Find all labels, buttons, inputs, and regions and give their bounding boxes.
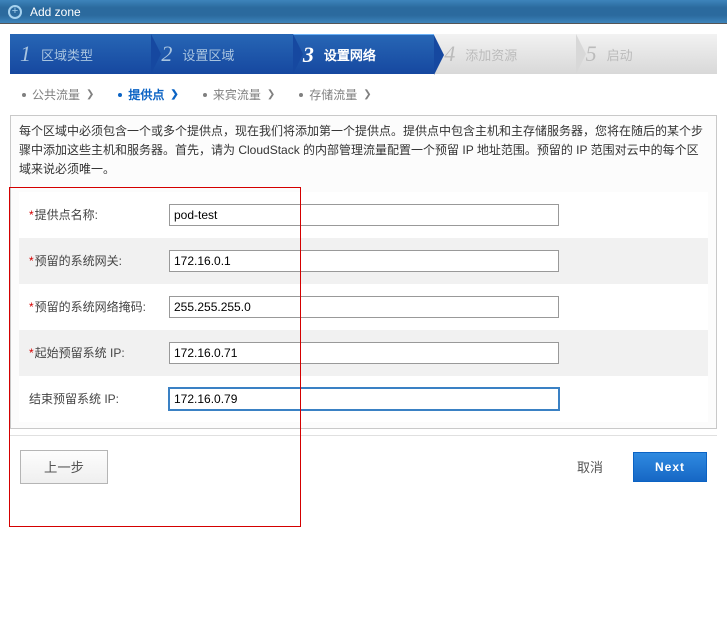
chevron-right-icon: ❯ xyxy=(170,89,178,100)
pod-name-label: *提供点名称: xyxy=(29,204,169,224)
substep-nav: 公共流量❯ 提供点❯ 来宾流量❯ 存储流量❯ xyxy=(10,82,717,107)
cancel-button[interactable]: 取消 xyxy=(577,457,603,476)
end-ip-label: 结束预留系统 IP: xyxy=(29,388,169,408)
substep-guest-traffic[interactable]: 来宾流量❯ xyxy=(191,84,287,105)
step-add-resources: 4添加资源 xyxy=(434,34,575,74)
titlebar: + Add zone xyxy=(0,0,727,24)
netmask-label: *预留的系统网络掩码: xyxy=(29,296,169,316)
main-panel: 每个区域中必须包含一个或多个提供点，现在我们将添加第一个提供点。提供点中包含主机… xyxy=(10,115,717,429)
previous-button[interactable]: 上一步 xyxy=(20,450,108,484)
substep-storage-traffic[interactable]: 存储流量❯ xyxy=(287,84,383,105)
start-ip-input[interactable] xyxy=(169,342,559,364)
gateway-input[interactable] xyxy=(169,250,559,272)
next-button[interactable]: Next xyxy=(633,452,707,482)
step-setup-network: 3设置网络 xyxy=(293,34,434,74)
window-title: Add zone xyxy=(30,5,81,19)
chevron-right-icon: ❯ xyxy=(363,89,371,100)
step-setup-zone: 2设置区域 xyxy=(151,34,292,74)
chevron-right-icon: ❯ xyxy=(267,89,275,100)
add-icon: + xyxy=(8,5,22,19)
end-ip-input[interactable] xyxy=(169,388,559,410)
pod-name-input[interactable] xyxy=(169,204,559,226)
substep-pod[interactable]: 提供点❯ xyxy=(106,84,190,105)
gateway-label: *预留的系统网关: xyxy=(29,250,169,270)
panel-description: 每个区域中必须包含一个或多个提供点，现在我们将添加第一个提供点。提供点中包含主机… xyxy=(19,122,708,180)
wizard-steps: 1区域类型 2设置区域 3设置网络 4添加资源 5启动 xyxy=(10,34,717,74)
substep-public-traffic[interactable]: 公共流量❯ xyxy=(10,84,106,105)
step-zone-type: 1区域类型 xyxy=(10,34,151,74)
netmask-input[interactable] xyxy=(169,296,559,318)
wizard-footer: 上一步 取消 Next xyxy=(10,435,717,494)
pod-form: *提供点名称: *预留的系统网关: *预留的系统网络掩码: *起始预留系统 IP… xyxy=(19,192,708,422)
step-launch: 5启动 xyxy=(576,34,717,74)
start-ip-label: *起始预留系统 IP: xyxy=(29,342,169,362)
chevron-right-icon: ❯ xyxy=(86,89,94,100)
